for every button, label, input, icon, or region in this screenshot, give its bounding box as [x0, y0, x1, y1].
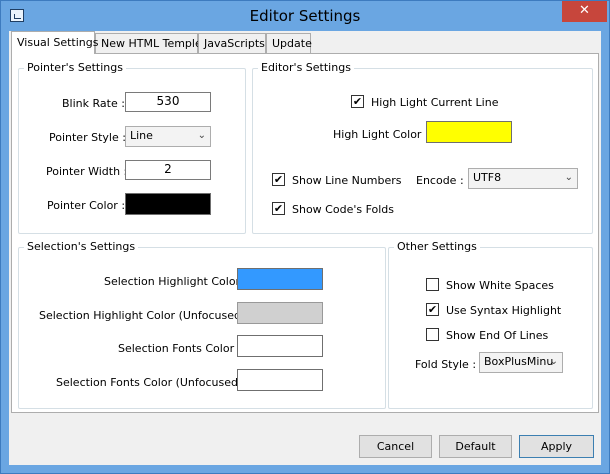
encode-label: Encode : — [416, 174, 464, 187]
show-line-numbers-label: Show Line Numbers — [292, 174, 402, 187]
pointer-style-label: Pointer Style : — [49, 131, 126, 144]
selection-settings-title: Selection's Settings — [24, 240, 139, 253]
chevron-down-icon: ⌄ — [197, 130, 206, 141]
blink-rate-label: Blink Rate : — [62, 97, 125, 110]
show-white-spaces-checkbox[interactable] — [426, 278, 439, 291]
show-line-numbers-checkbox[interactable]: ✔ — [272, 173, 285, 186]
tab-visual-settings[interactable]: Visual Settings — [11, 31, 98, 54]
use-syntax-highlight-checkbox[interactable]: ✔ — [426, 303, 439, 316]
apply-button[interactable]: Apply — [519, 435, 594, 458]
chevron-down-icon: ⌄ — [564, 172, 573, 183]
pointer-style-value: Line — [130, 129, 153, 142]
editor-settings-window: Editor Settings ✕ Visual Settings New HT… — [0, 0, 610, 474]
selection-highlight-color-swatch[interactable] — [237, 268, 323, 290]
pointer-style-select[interactable]: Line ⌄ — [125, 126, 211, 147]
selection-fonts-color-label: Selection Fonts Color : — [118, 342, 242, 355]
pointer-width-input[interactable]: 2 — [125, 160, 211, 180]
show-end-of-lines-label: Show End Of Lines — [446, 329, 549, 342]
use-syntax-highlight-label: Use Syntax Highlight — [446, 304, 562, 317]
selection-highlight-color-label: Selection Highlight Color : — [104, 275, 248, 288]
highlight-current-line-label: High Light Current Line — [371, 96, 499, 109]
pointer-color-swatch[interactable] — [125, 193, 211, 215]
chevron-down-icon: ⌄ — [549, 356, 558, 367]
pointer-settings-title: Pointer's Settings — [24, 61, 126, 74]
selection-fonts-unfocused-swatch[interactable] — [237, 369, 323, 391]
title-bar[interactable]: Editor Settings ✕ — [1, 1, 609, 31]
highlight-color-swatch[interactable] — [426, 121, 512, 143]
dialog-client-area: Visual Settings New HTML Temple JavaScri… — [9, 31, 601, 465]
fold-style-select[interactable]: BoxPlusMinu ⌄ — [479, 352, 563, 373]
default-button[interactable]: Default — [439, 435, 512, 458]
cancel-button[interactable]: Cancel — [359, 435, 432, 458]
encode-value: UTF8 — [473, 171, 502, 184]
selection-settings-group: Selection's Settings Selection Highlight… — [18, 240, 386, 409]
other-settings-title: Other Settings — [394, 240, 480, 253]
selection-fonts-unfocused-label: Selection Fonts Color (Unfocused): — [56, 376, 246, 389]
show-end-of-lines-checkbox[interactable] — [426, 328, 439, 341]
visual-settings-panel: Pointer's Settings Blink Rate : 530 Poin… — [11, 53, 599, 413]
tab-update[interactable]: Update — [266, 33, 312, 53]
tab-javascripts[interactable]: JavaScripts — [198, 33, 266, 53]
pointer-settings-group: Pointer's Settings Blink Rate : 530 Poin… — [18, 61, 246, 234]
encode-select[interactable]: UTF8 ⌄ — [468, 168, 578, 189]
blink-rate-input[interactable]: 530 — [125, 92, 211, 112]
other-settings-group: Other Settings Show White Spaces ✔ Use S… — [388, 240, 593, 409]
close-button[interactable]: ✕ — [562, 1, 607, 22]
show-code-folds-checkbox[interactable]: ✔ — [272, 202, 285, 215]
fold-style-label: Fold Style : — [415, 358, 477, 371]
editor-settings-title: Editor's Settings — [258, 61, 354, 74]
highlight-color-label: High Light Color : — [333, 128, 429, 141]
pointer-color-label: Pointer Color : — [47, 199, 126, 212]
window-title: Editor Settings — [249, 7, 361, 25]
selection-highlight-unfocused-label: Selection Highlight Color (Unfocused) : — [39, 309, 253, 322]
selection-fonts-color-swatch[interactable] — [237, 335, 323, 357]
pointer-width-label: Pointer Width : — [46, 165, 128, 178]
highlight-current-line-checkbox[interactable]: ✔ — [351, 95, 364, 108]
show-white-spaces-label: Show White Spaces — [446, 279, 554, 292]
fold-style-value: BoxPlusMinu — [484, 355, 554, 368]
selection-highlight-unfocused-swatch[interactable] — [237, 302, 323, 324]
show-code-folds-label: Show Code's Folds — [292, 203, 395, 216]
tab-new-html-template[interactable]: New HTML Temple — [95, 33, 202, 53]
editor-settings-group: Editor's Settings ✔ High Light Current L… — [252, 61, 593, 234]
